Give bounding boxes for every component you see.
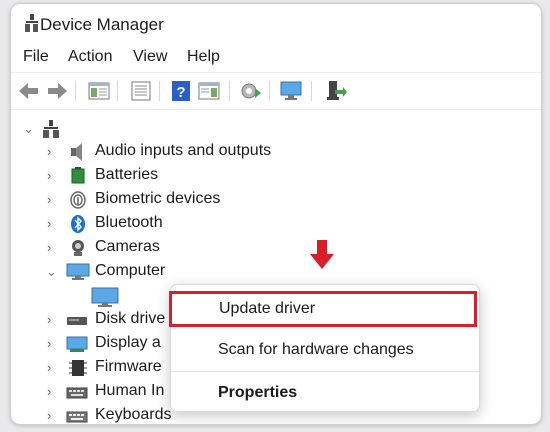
tree-item-label: Cameras	[95, 238, 160, 255]
toolbar-separator	[229, 81, 230, 101]
menu-item-label: Scan for hardware changes	[218, 341, 414, 358]
properties-pane-icon[interactable]	[87, 80, 111, 102]
toolbar-separator	[311, 81, 312, 101]
update-driver-icon[interactable]	[239, 80, 263, 102]
help-icon[interactable]: ?	[169, 80, 193, 102]
update-driver-menu-item[interactable]: Update driver	[169, 291, 477, 327]
back-icon[interactable]	[17, 80, 41, 102]
chevron-right-icon[interactable]: ›	[47, 312, 51, 327]
forward-icon[interactable]	[45, 80, 69, 102]
menu-item-label: Properties	[218, 384, 298, 401]
action-pane-icon[interactable]	[197, 80, 221, 102]
tree-item-label: Display a	[95, 334, 161, 351]
computer-tree-icon	[25, 14, 39, 32]
computer-tree-icon	[41, 120, 61, 138]
monitor-icon[interactable]	[279, 80, 303, 102]
toolbar-separator	[75, 81, 76, 101]
list-icon[interactable]	[129, 80, 153, 102]
svg-text:?: ?	[176, 84, 185, 101]
chevron-right-icon[interactable]: ›	[47, 336, 51, 351]
chevron-right-icon[interactable]: ›	[47, 408, 51, 423]
properties-menu-item[interactable]: Properties	[171, 375, 479, 411]
tree-item[interactable]: › Batteries	[11, 164, 541, 188]
chevron-right-icon[interactable]: ›	[47, 168, 51, 183]
toolbar: ?	[11, 72, 541, 110]
chevron-right-icon[interactable]: ›	[47, 360, 51, 375]
monitor-icon	[90, 286, 120, 308]
tree-item-label: Firmware	[95, 358, 162, 375]
tree-item-label: Disk drive	[95, 310, 166, 327]
fingerprint-icon	[68, 191, 88, 209]
chevron-right-icon[interactable]: ›	[47, 240, 51, 255]
tree-item-label: Audio inputs and outputs	[95, 142, 272, 159]
tree-item-label: Keyboards	[95, 406, 172, 423]
tree-item-label: Bluetooth	[95, 214, 163, 231]
tree-item-label: Biometric devices	[95, 190, 221, 207]
menu-view[interactable]: View	[133, 48, 167, 66]
chevron-right-icon[interactable]: ›	[47, 216, 51, 231]
bluetooth-icon	[68, 215, 88, 233]
disk-icon	[66, 311, 87, 329]
camera-icon	[68, 239, 88, 257]
arrow-down-icon	[310, 240, 334, 270]
chevron-down-icon[interactable]: ⌄	[46, 264, 57, 280]
menu-divider	[171, 371, 479, 372]
keyboard-icon	[66, 383, 88, 401]
tree-root[interactable]: ⌄	[11, 117, 541, 141]
chip-icon	[68, 359, 88, 377]
menu-item-label: Update driver	[219, 300, 316, 317]
title-bar: Device Manager	[11, 4, 541, 42]
tree-item[interactable]: ⌄ Computer	[11, 260, 541, 284]
tree-item[interactable]: › Bluetooth	[11, 212, 541, 236]
context-menu: Update driver Scan for hardware changes …	[169, 284, 480, 412]
tree-item[interactable]: › Biometric devices	[11, 188, 541, 212]
add-hardware-icon[interactable]	[323, 80, 347, 102]
speaker-icon	[68, 143, 88, 161]
display-adapter-icon	[66, 335, 88, 353]
tree-item-label: Batteries	[95, 166, 159, 183]
tree-item-label: Computer	[95, 262, 166, 279]
chevron-down-icon[interactable]: ⌄	[23, 121, 34, 137]
menu-action[interactable]: Action	[68, 48, 112, 66]
monitor-icon	[66, 263, 90, 281]
chevron-right-icon[interactable]: ›	[47, 192, 51, 207]
chevron-right-icon[interactable]: ›	[47, 144, 51, 159]
tree-item[interactable]: › Cameras	[11, 236, 541, 260]
menu-help[interactable]: Help	[187, 48, 220, 66]
toolbar-separator	[269, 81, 270, 101]
menu-file[interactable]: File	[23, 48, 49, 66]
device-manager-window: Device Manager File Action View Help ? ⌄…	[10, 3, 542, 425]
menu-bar: File Action View Help	[11, 42, 541, 72]
toolbar-separator	[117, 81, 118, 101]
scan-hardware-menu-item[interactable]: Scan for hardware changes	[171, 332, 479, 368]
toolbar-separator	[159, 81, 160, 101]
battery-icon	[68, 167, 88, 185]
chevron-right-icon[interactable]: ›	[47, 384, 51, 399]
keyboard-icon	[66, 407, 88, 424]
window-title: Device Manager	[40, 15, 164, 34]
tree-item-label: Human In	[95, 382, 165, 399]
tree-item[interactable]: › Audio inputs and outputs	[11, 140, 541, 164]
